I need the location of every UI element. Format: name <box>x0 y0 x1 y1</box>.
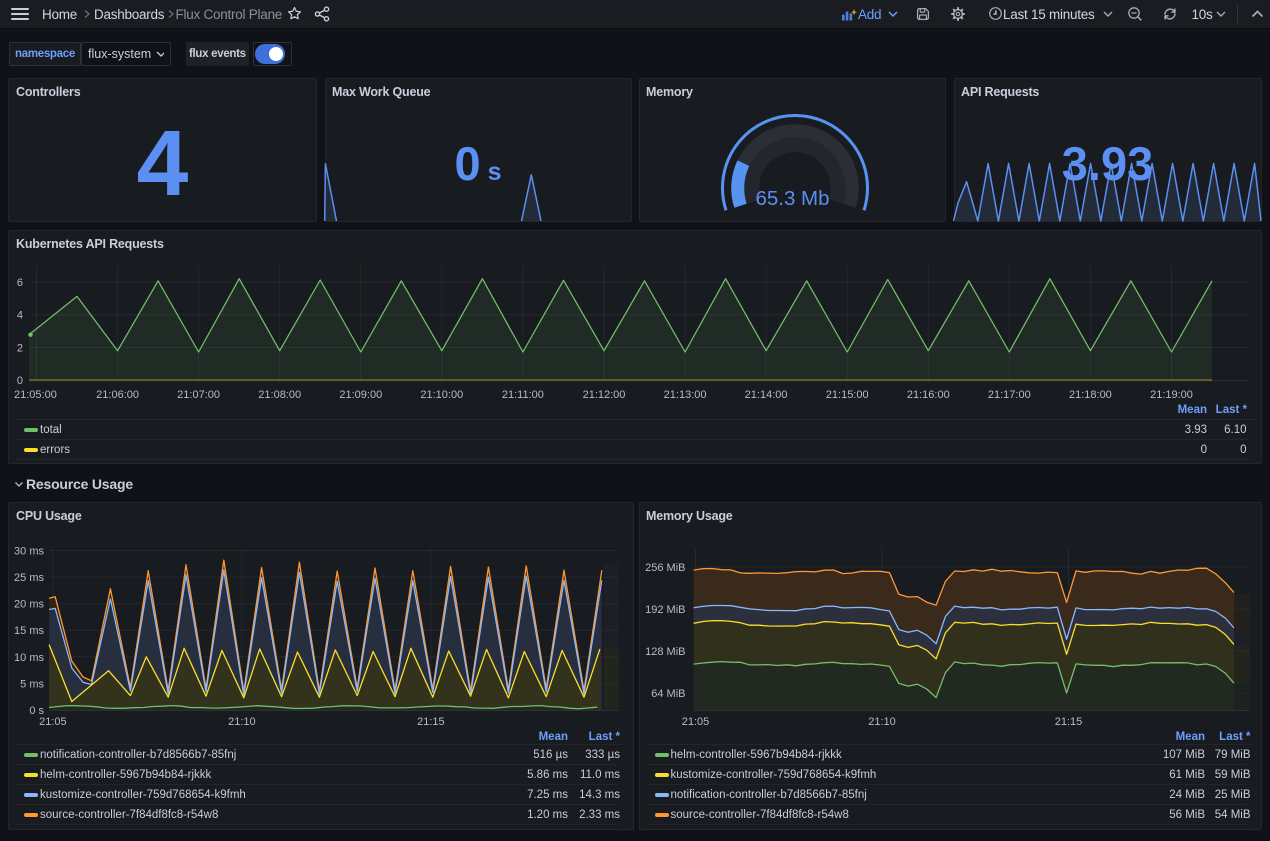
svg-text:21:05: 21:05 <box>682 716 710 728</box>
svg-text:256 MiB: 256 MiB <box>645 562 685 574</box>
svg-text:64 MiB: 64 MiB <box>651 688 685 700</box>
svg-text:192 MiB: 192 MiB <box>645 604 685 616</box>
svg-text:21:10: 21:10 <box>868 716 896 728</box>
svg-text:128 MiB: 128 MiB <box>645 646 685 658</box>
svg-text:21:15: 21:15 <box>1055 716 1083 728</box>
